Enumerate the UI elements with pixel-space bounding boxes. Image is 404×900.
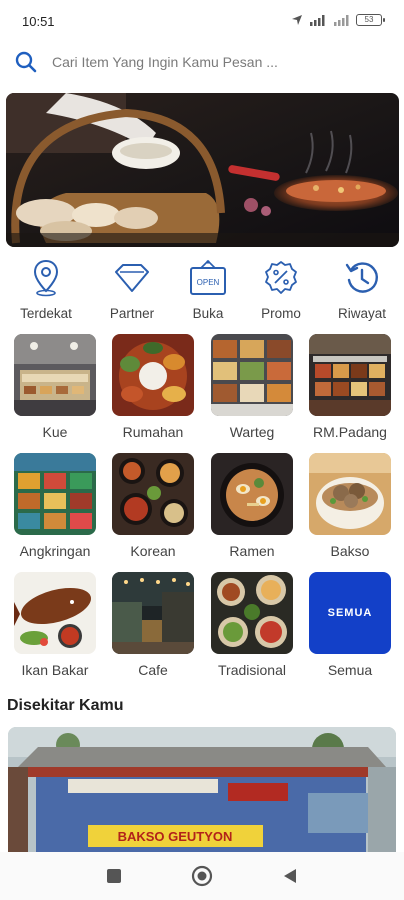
system-nav-bar — [0, 852, 404, 900]
category-semua[interactable]: SEMUA Semua — [308, 572, 392, 678]
category-ikan-bakar[interactable]: Ikan Bakar — [13, 572, 97, 678]
category-image — [112, 453, 194, 535]
category-label: Cafe — [138, 662, 168, 678]
category-label: Bakso — [330, 543, 370, 559]
percent-badge-icon — [265, 261, 297, 294]
banner-image — [6, 93, 399, 247]
quick-item-terdekat[interactable]: Terdekat — [6, 258, 86, 321]
category-label: Angkringan — [19, 543, 91, 559]
location-arrow-icon — [292, 15, 302, 25]
search-bar[interactable] — [0, 40, 404, 84]
category-image — [112, 334, 194, 416]
category-bakso[interactable]: Bakso — [308, 453, 392, 559]
battery-icon: 53 — [356, 14, 385, 26]
home-button[interactable] — [158, 865, 246, 887]
quick-item-promo[interactable]: Promo — [241, 258, 321, 321]
category-label: Korean — [130, 543, 176, 559]
signal-icon — [334, 15, 349, 26]
quick-label: Partner — [109, 306, 155, 321]
category-label: Warteg — [229, 424, 275, 440]
category-label: Ikan Bakar — [21, 662, 89, 678]
category-rm-padang[interactable]: RM.Padang — [308, 334, 392, 440]
category-image — [14, 334, 96, 416]
semua-tile: SEMUA — [309, 572, 391, 654]
history-clock-icon — [345, 262, 378, 293]
status-time: 10:51 — [22, 13, 55, 29]
quick-label: Buka — [192, 306, 224, 321]
category-kue[interactable]: Kue — [13, 334, 97, 440]
quick-item-partner[interactable]: Partner — [92, 258, 172, 321]
promo-banner[interactable] — [6, 93, 399, 247]
quick-label: Terdekat — [20, 306, 72, 321]
section-title-nearby: Disekitar Kamu — [7, 697, 124, 714]
nearby-image: BAKSO GEUTYON — [8, 727, 396, 852]
category-image — [112, 572, 194, 654]
category-image — [211, 453, 293, 535]
category-image — [211, 334, 293, 416]
category-warteg[interactable]: Warteg — [210, 334, 294, 440]
category-image — [309, 334, 391, 416]
open-sign-text: OPEN — [197, 278, 220, 287]
location-pin-icon — [33, 259, 59, 297]
category-image — [309, 453, 391, 535]
back-triangle-icon — [284, 869, 296, 883]
semua-tile-text: SEMUA — [327, 607, 373, 619]
category-label: Rumahan — [122, 424, 184, 440]
search-icon[interactable] — [14, 50, 38, 74]
category-label: Ramen — [229, 543, 275, 559]
quick-label: Promo — [261, 306, 301, 321]
signal-4g-icon — [310, 15, 325, 26]
category-tradisional[interactable]: Tradisional — [210, 572, 294, 678]
category-image — [14, 572, 96, 654]
category-label: Semua — [327, 662, 373, 678]
quick-menu: Terdekat Partner OPEN Buka Promo Riwayat — [0, 258, 404, 328]
status-bar: 10:51 53 — [0, 0, 404, 40]
category-rumahan[interactable]: Rumahan — [111, 334, 195, 440]
category-ramen[interactable]: Ramen — [210, 453, 294, 559]
category-angkringan[interactable]: Angkringan — [13, 453, 97, 559]
status-icons: 53 — [291, 14, 385, 26]
nearby-sign-text: BAKSO GEUTYON — [118, 829, 233, 844]
home-circle-icon — [191, 865, 213, 887]
category-image — [14, 453, 96, 535]
square-icon — [107, 869, 121, 883]
nearby-restaurant-card[interactable]: BAKSO GEUTYON — [8, 727, 396, 852]
quick-item-buka[interactable]: OPEN Buka — [168, 258, 248, 321]
category-label: RM.Padang — [313, 424, 387, 440]
quick-item-riwayat[interactable]: Riwayat — [322, 258, 402, 321]
search-input[interactable] — [52, 54, 372, 70]
category-label: Tradisional — [218, 662, 286, 678]
diamond-icon — [115, 264, 149, 292]
category-cafe[interactable]: Cafe — [111, 572, 195, 678]
open-sign-icon: OPEN — [190, 259, 226, 295]
recents-button[interactable] — [70, 868, 158, 884]
back-button[interactable] — [246, 867, 334, 885]
category-korean[interactable]: Korean — [111, 453, 195, 559]
category-label: Kue — [42, 424, 68, 440]
category-image — [211, 572, 293, 654]
quick-label: Riwayat — [337, 306, 386, 321]
